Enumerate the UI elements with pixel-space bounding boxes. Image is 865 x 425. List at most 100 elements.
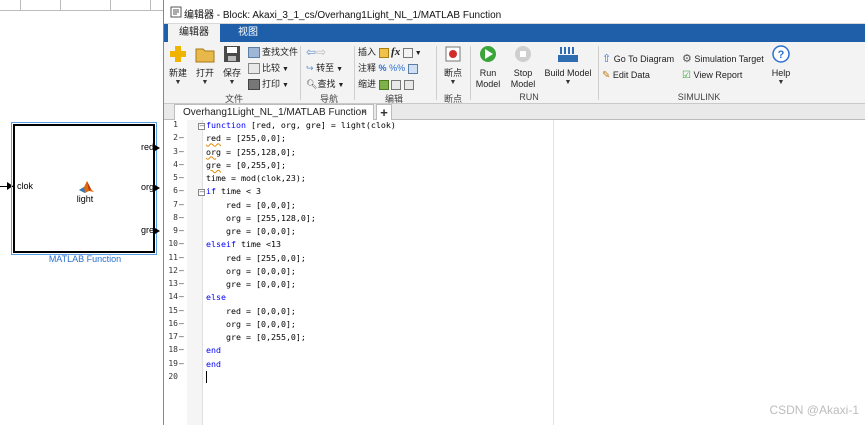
line-number: 19 <box>168 358 178 368</box>
line-number: 20 <box>168 371 178 381</box>
close-icon[interactable]: × <box>361 105 367 120</box>
code-line[interactable]: gre = [0,255,0]; <box>206 160 286 170</box>
go-to-diagram-button[interactable]: ⇧ Go To Diagram <box>602 52 674 66</box>
svg-text:?: ? <box>778 49 785 61</box>
tab-view[interactable]: 视图 <box>224 24 272 42</box>
text-cursor <box>206 371 207 383</box>
code-editor[interactable]: 1− function [red, org, gre] = light(clok)… <box>164 120 865 425</box>
block-caption[interactable]: MATLAB Function <box>13 254 157 264</box>
compare-icon <box>248 63 260 75</box>
compare-button[interactable]: 比较 ▼ <box>248 61 289 75</box>
new-button[interactable]: 新建 ▼ <box>167 44 189 87</box>
back-forward-buttons[interactable]: ⇦⇨ <box>306 45 326 59</box>
goto-button[interactable]: ↪ 转至 ▼ <box>306 61 343 75</box>
open-button[interactable]: 打开 ▼ <box>194 44 216 87</box>
comment-icon: % <box>378 63 387 73</box>
code-line[interactable]: red = [0,0,0]; <box>206 200 296 210</box>
executable-line-marker[interactable]: – <box>179 306 184 315</box>
run-model-button[interactable]: Run Model <box>474 44 502 90</box>
executable-line-marker[interactable]: – <box>179 200 184 209</box>
code-line[interactable]: gre = [0,0,0]; <box>206 279 296 289</box>
insert-icon <box>378 47 389 58</box>
executable-line-marker[interactable]: – <box>179 253 184 262</box>
document-tab[interactable]: Overhang1Light_NL_1/MATLAB Function × <box>174 104 374 120</box>
tab-editor[interactable]: 编辑器 <box>168 24 220 42</box>
code-line[interactable]: if time < 3 <box>206 186 261 196</box>
executable-line-marker[interactable]: – <box>179 213 184 222</box>
function-browser-icon[interactable] <box>402 47 413 58</box>
executable-line-marker[interactable]: – <box>179 173 184 182</box>
edit-data-button[interactable]: ✎ Edit Data <box>602 68 650 82</box>
executable-line-marker[interactable]: – <box>179 239 184 248</box>
line-number: 3 <box>173 146 178 156</box>
code-line[interactable]: else <box>206 292 226 302</box>
indent-button[interactable]: 缩进 <box>358 77 414 91</box>
line-number: 10 <box>168 239 178 249</box>
code-line[interactable]: red = [0,0,0]; <box>206 306 296 316</box>
code-line[interactable]: gre = [0,0,0]; <box>206 226 296 236</box>
executable-line-marker[interactable]: – <box>179 147 184 156</box>
code-line[interactable]: time = mod(clok,23); <box>206 173 306 183</box>
executable-line-marker[interactable]: – <box>179 226 184 235</box>
code-line[interactable]: org = [255,128,0]; <box>206 213 316 223</box>
grid-line <box>20 0 21 10</box>
executable-line-marker[interactable]: – <box>179 133 184 142</box>
code-line[interactable]: gre = [0,255,0]; <box>206 332 306 342</box>
simulink-canvas: clok red org gre light MATLAB Function <box>0 0 163 425</box>
find-files-icon <box>248 47 260 59</box>
stop-icon <box>515 46 531 62</box>
code-line[interactable]: elseif time <13 <box>206 239 281 249</box>
insert-button[interactable]: 插入 fx ▼ <box>358 45 422 59</box>
increase-indent-icon[interactable] <box>391 79 402 90</box>
executable-line-marker[interactable]: – <box>179 266 184 275</box>
executable-line-marker[interactable]: – <box>179 160 184 169</box>
help-button[interactable]: ? Help ▼ <box>768 44 794 87</box>
fold-toggle-icon[interactable]: − <box>198 189 205 197</box>
print-button[interactable]: 打印 ▼ <box>248 77 289 91</box>
comment-button[interactable]: 注释 % %% <box>358 61 418 75</box>
indent-icon[interactable] <box>378 79 389 90</box>
smart-indent-icon[interactable] <box>407 63 418 74</box>
group-divider <box>470 46 471 100</box>
executable-line-marker[interactable]: – <box>179 359 184 368</box>
executable-line-marker[interactable]: – <box>179 186 184 195</box>
chevron-down-icon: ▼ <box>228 79 236 86</box>
folder-icon <box>195 48 215 63</box>
code-line[interactable]: end <box>206 359 221 369</box>
code-line[interactable]: red = [255,0,0]; <box>206 133 286 143</box>
search-icon: 🔍︎ <box>306 79 318 89</box>
stop-model-button[interactable]: Stop Model <box>509 44 537 90</box>
code-line[interactable]: red = [255,0,0]; <box>206 253 306 263</box>
code-line[interactable]: end <box>206 345 221 355</box>
fx-button[interactable]: fx <box>391 46 400 58</box>
view-report-button[interactable]: ☑ View Report <box>682 68 742 82</box>
find-button[interactable]: 🔍︎查找 ▼ <box>306 77 344 91</box>
chevron-down-icon: ▼ <box>777 79 785 86</box>
line-number: 18 <box>168 345 178 355</box>
find-files-button[interactable]: 查找文件 <box>248 45 298 59</box>
code-line[interactable]: function [red, org, gre] = light(clok) <box>206 120 396 130</box>
code-line[interactable]: org = [255,128,0]; <box>206 147 296 157</box>
code-line[interactable]: org = [0,0,0]; <box>206 266 296 276</box>
editor-window: 编辑器 - Block: Akaxi_3_1_cs/Overhang1Light… <box>163 0 865 425</box>
ribbon-tab-bar: 编辑器 视图 <box>164 24 865 42</box>
breakpoints-button[interactable]: 断点 ▼ <box>440 44 466 87</box>
executable-line-marker[interactable]: – <box>179 292 184 301</box>
executable-line-marker[interactable]: – <box>179 345 184 354</box>
code-line[interactable]: org = [0,0,0]; <box>206 319 296 329</box>
watermark: CSDN @Akaxi-1 <box>769 403 859 417</box>
save-button[interactable]: 保存 ▼ <box>221 44 243 87</box>
executable-line-marker[interactable]: – <box>179 332 184 341</box>
decrease-indent-icon[interactable] <box>403 79 414 90</box>
add-tab-button[interactable]: + <box>376 104 392 120</box>
title-bar[interactable]: 编辑器 - Block: Akaxi_3_1_cs/Overhang1Light… <box>164 0 865 24</box>
fold-toggle-icon[interactable]: − <box>198 123 205 130</box>
executable-line-marker[interactable]: – <box>179 319 184 328</box>
executable-line-marker[interactable]: – <box>179 279 184 288</box>
build-model-button[interactable]: Build Model ▼ <box>543 44 593 87</box>
simulation-target-button[interactable]: ⚙ Simulation Target <box>682 52 764 66</box>
output-arrow-icon <box>155 185 160 191</box>
document-tab-label: Overhang1Light_NL_1/MATLAB Function <box>183 107 367 118</box>
chevron-down-icon: ▼ <box>201 79 209 86</box>
wrap-comment-icon[interactable]: %% <box>389 63 405 73</box>
